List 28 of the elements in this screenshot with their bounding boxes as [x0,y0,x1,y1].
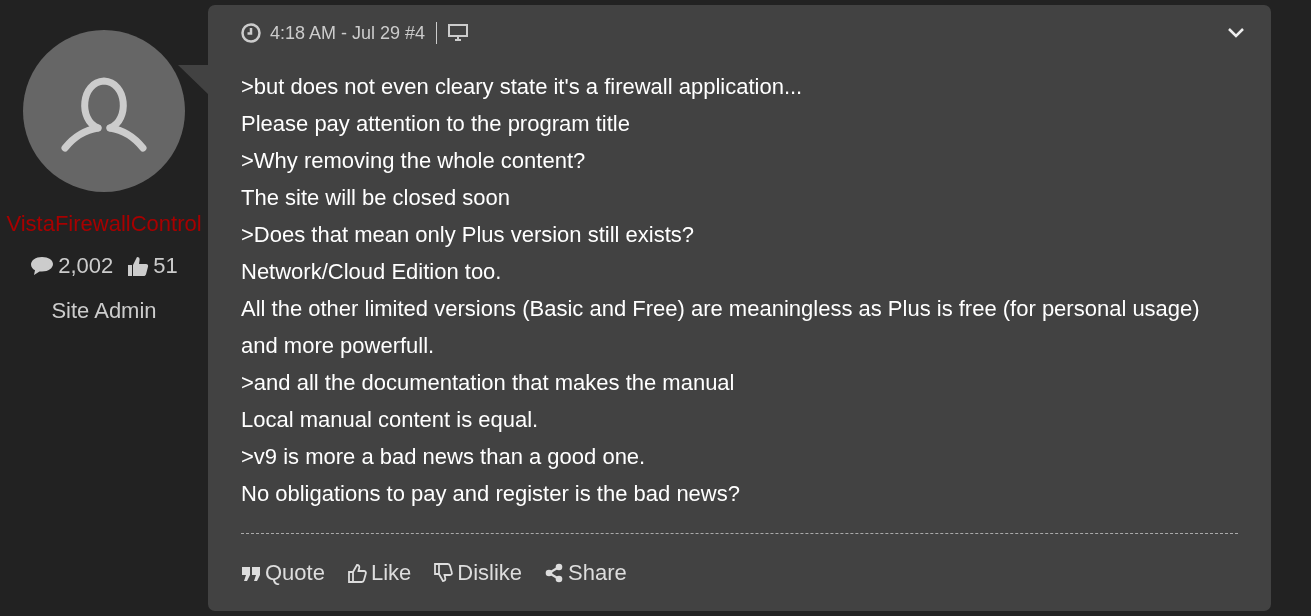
desktop-icon [448,24,469,42]
like-count: 51 [153,252,178,280]
post-time[interactable]: 4:18 AM - Jul 29 [270,19,401,47]
dislike-link[interactable]: Dislike [433,556,523,589]
post-text-line: Local manual content is equal. [241,406,540,434]
chevron-down-icon[interactable] [1227,27,1245,39]
post-text-line: All the other limited versions (Basic and Free) are meaningless as Plus is free (for personal usage) and more powerfull. [241,295,1201,360]
quote-link[interactable]: Quote [241,556,325,589]
post-text-line: >Why removing the whole content? [241,147,587,175]
post-text-line: No obligations to pay and register is the bad news? [241,480,741,508]
share-link[interactable]: Share [544,556,627,589]
post-text-line: >v9 is more a bad news than a good one. [241,443,647,471]
post-text-line: Network/Cloud Edition too. [241,258,503,286]
post-number[interactable]: #4 [405,19,426,47]
share-icon [544,562,565,583]
thumbs-up-icon [127,254,150,277]
clock-icon [241,23,261,43]
thumbs-up-icon [346,562,367,583]
like-link[interactable]: Like [346,556,412,589]
post-text-line: >but does not even cleary state it's a firewall application... [241,73,804,101]
post-text-line: >Does that mean only Plus version still exists? [241,221,696,249]
user-role: Site Admin [51,297,157,325]
post-text-line: >and all the documentation that makes the manual [241,369,736,397]
speech-bubble-icon [30,255,55,276]
post-text-line: The site will be closed soon [241,184,512,212]
post-text-line: Please pay attention to the program title [241,110,631,138]
message-count: 2,002 [58,252,114,280]
thumbs-down-icon [433,562,454,583]
